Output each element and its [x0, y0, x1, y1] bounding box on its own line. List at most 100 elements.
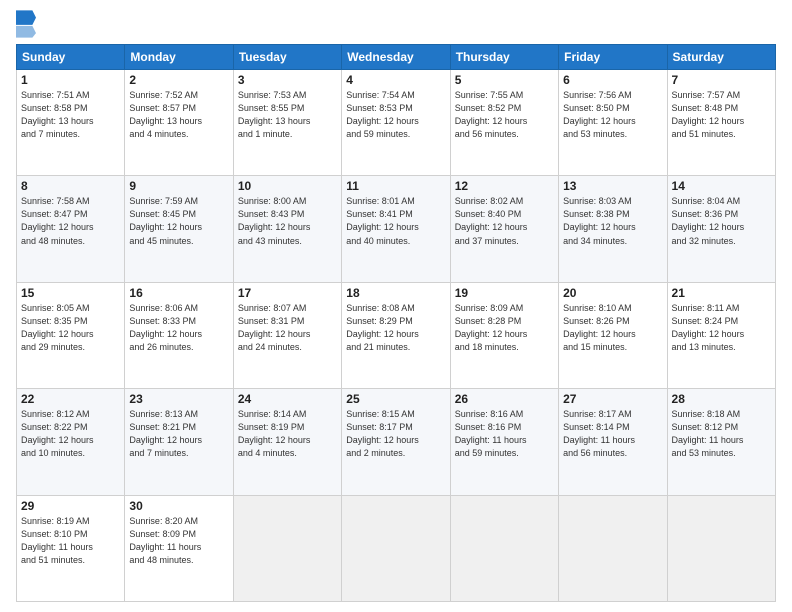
table-row	[233, 495, 341, 601]
table-row: 22 Sunrise: 8:12 AM Sunset: 8:22 PM Dayli…	[17, 389, 125, 495]
day-number: 2	[129, 73, 228, 87]
logo	[16, 10, 40, 38]
day-number: 5	[455, 73, 554, 87]
day-number: 23	[129, 392, 228, 406]
table-row: 23 Sunrise: 8:13 AM Sunset: 8:21 PM Dayli…	[125, 389, 233, 495]
day-info: Sunrise: 7:58 AM Sunset: 8:47 PM Dayligh…	[21, 195, 120, 247]
table-row: 19Sunrise: 8:09 AM Sunset: 8:28 PM Dayli…	[450, 282, 558, 388]
day-number: 25	[346, 392, 445, 406]
table-row: 27 Sunrise: 8:17 AM Sunset: 8:14 PM Dayli…	[559, 389, 667, 495]
day-info: Sunrise: 7:56 AM Sunset: 8:50 PM Dayligh…	[563, 89, 662, 141]
calendar-week-row: 15 Sunrise: 8:05 AM Sunset: 8:35 PM Dayli…	[17, 282, 776, 388]
table-row: 30 Sunrise: 8:20 AM Sunset: 8:09 PM Dayli…	[125, 495, 233, 601]
table-row: 20 Sunrise: 8:10 AM Sunset: 8:26 PM Dayli…	[559, 282, 667, 388]
table-row	[667, 495, 775, 601]
table-row: 1Sunrise: 7:51 AM Sunset: 8:58 PM Daylig…	[17, 70, 125, 176]
day-number: 27	[563, 392, 662, 406]
day-info: Sunrise: 8:07 AM Sunset: 8:31 PM Dayligh…	[238, 302, 337, 354]
calendar-week-row: 29 Sunrise: 8:19 AM Sunset: 8:10 PM Dayli…	[17, 495, 776, 601]
table-row: 25 Sunrise: 8:15 AM Sunset: 8:17 PM Dayli…	[342, 389, 450, 495]
day-info: Sunrise: 7:57 AM Sunset: 8:48 PM Dayligh…	[672, 89, 771, 141]
table-row: 7 Sunrise: 7:57 AM Sunset: 8:48 PM Daylig…	[667, 70, 775, 176]
col-wednesday: Wednesday	[342, 45, 450, 70]
day-number: 9	[129, 179, 228, 193]
day-number: 11	[346, 179, 445, 193]
table-row: 2 Sunrise: 7:52 AM Sunset: 8:57 PM Daylig…	[125, 70, 233, 176]
table-row: 8 Sunrise: 7:58 AM Sunset: 8:47 PM Daylig…	[17, 176, 125, 282]
table-row: 29 Sunrise: 8:19 AM Sunset: 8:10 PM Dayli…	[17, 495, 125, 601]
table-row	[559, 495, 667, 601]
table-row: 12 Sunrise: 8:02 AM Sunset: 8:40 PM Dayli…	[450, 176, 558, 282]
page: Sunday Monday Tuesday Wednesday Thursday…	[0, 0, 792, 612]
day-number: 4	[346, 73, 445, 87]
day-number: 19	[455, 286, 554, 300]
table-row: 9 Sunrise: 7:59 AM Sunset: 8:45 PM Daylig…	[125, 176, 233, 282]
day-info: Sunrise: 8:15 AM Sunset: 8:17 PM Dayligh…	[346, 408, 445, 460]
col-saturday: Saturday	[667, 45, 775, 70]
day-info: Sunrise: 8:06 AM Sunset: 8:33 PM Dayligh…	[129, 302, 228, 354]
table-row: 21 Sunrise: 8:11 AM Sunset: 8:24 PM Dayli…	[667, 282, 775, 388]
table-row	[342, 495, 450, 601]
day-number: 29	[21, 499, 120, 513]
day-info: Sunrise: 7:52 AM Sunset: 8:57 PM Dayligh…	[129, 89, 228, 141]
table-row: 28 Sunrise: 8:18 AM Sunset: 8:12 PM Dayli…	[667, 389, 775, 495]
table-row: 24 Sunrise: 8:14 AM Sunset: 8:19 PM Dayli…	[233, 389, 341, 495]
day-info: Sunrise: 8:12 AM Sunset: 8:22 PM Dayligh…	[21, 408, 120, 460]
day-info: Sunrise: 7:59 AM Sunset: 8:45 PM Dayligh…	[129, 195, 228, 247]
day-number: 8	[21, 179, 120, 193]
table-row: 18 Sunrise: 8:08 AM Sunset: 8:29 PM Dayli…	[342, 282, 450, 388]
day-info: Sunrise: 8:20 AM Sunset: 8:09 PM Dayligh…	[129, 515, 228, 567]
table-row: 14Sunrise: 8:04 AM Sunset: 8:36 PM Dayli…	[667, 176, 775, 282]
day-info: Sunrise: 8:05 AM Sunset: 8:35 PM Dayligh…	[21, 302, 120, 354]
day-number: 17	[238, 286, 337, 300]
col-thursday: Thursday	[450, 45, 558, 70]
day-number: 28	[672, 392, 771, 406]
day-number: 26	[455, 392, 554, 406]
col-monday: Monday	[125, 45, 233, 70]
day-number: 13	[563, 179, 662, 193]
table-row: 16 Sunrise: 8:06 AM Sunset: 8:33 PM Dayli…	[125, 282, 233, 388]
day-info: Sunrise: 8:03 AM Sunset: 8:38 PM Dayligh…	[563, 195, 662, 247]
day-number: 3	[238, 73, 337, 87]
header	[16, 10, 776, 38]
day-info: Sunrise: 8:11 AM Sunset: 8:24 PM Dayligh…	[672, 302, 771, 354]
day-number: 12	[455, 179, 554, 193]
table-row: 11 Sunrise: 8:01 AM Sunset: 8:41 PM Dayli…	[342, 176, 450, 282]
table-row: 5 Sunrise: 7:55 AM Sunset: 8:52 PM Daylig…	[450, 70, 558, 176]
table-row: 13 Sunrise: 8:03 AM Sunset: 8:38 PM Dayli…	[559, 176, 667, 282]
day-number: 1	[21, 73, 120, 87]
table-row: 10 Sunrise: 8:00 AM Sunset: 8:43 PM Dayli…	[233, 176, 341, 282]
day-info: Sunrise: 8:17 AM Sunset: 8:14 PM Dayligh…	[563, 408, 662, 460]
day-number: 24	[238, 392, 337, 406]
day-info: Sunrise: 8:18 AM Sunset: 8:12 PM Dayligh…	[672, 408, 771, 460]
day-number: 16	[129, 286, 228, 300]
day-info: Sunrise: 8:01 AM Sunset: 8:41 PM Dayligh…	[346, 195, 445, 247]
day-info: Sunrise: 8:02 AM Sunset: 8:40 PM Dayligh…	[455, 195, 554, 247]
day-info: Sunrise: 8:19 AM Sunset: 8:10 PM Dayligh…	[21, 515, 120, 567]
day-info: Sunrise: 8:08 AM Sunset: 8:29 PM Dayligh…	[346, 302, 445, 354]
calendar: Sunday Monday Tuesday Wednesday Thursday…	[16, 44, 776, 602]
day-number: 7	[672, 73, 771, 87]
day-info: Sunrise: 8:00 AM Sunset: 8:43 PM Dayligh…	[238, 195, 337, 247]
day-info: Sunrise: 8:14 AM Sunset: 8:19 PM Dayligh…	[238, 408, 337, 460]
day-number: 21	[672, 286, 771, 300]
table-row: 6Sunrise: 7:56 AM Sunset: 8:50 PM Daylig…	[559, 70, 667, 176]
table-row: 15 Sunrise: 8:05 AM Sunset: 8:35 PM Dayli…	[17, 282, 125, 388]
table-row: 26 Sunrise: 8:16 AM Sunset: 8:16 PM Dayli…	[450, 389, 558, 495]
day-number: 20	[563, 286, 662, 300]
day-info: Sunrise: 8:13 AM Sunset: 8:21 PM Dayligh…	[129, 408, 228, 460]
day-number: 18	[346, 286, 445, 300]
table-row: 17 Sunrise: 8:07 AM Sunset: 8:31 PM Dayli…	[233, 282, 341, 388]
day-number: 15	[21, 286, 120, 300]
day-number: 10	[238, 179, 337, 193]
calendar-week-row: 22 Sunrise: 8:12 AM Sunset: 8:22 PM Dayli…	[17, 389, 776, 495]
calendar-week-row: 8 Sunrise: 7:58 AM Sunset: 8:47 PM Daylig…	[17, 176, 776, 282]
table-row: 3Sunrise: 7:53 AM Sunset: 8:55 PM Daylig…	[233, 70, 341, 176]
day-number: 22	[21, 392, 120, 406]
day-info: Sunrise: 8:10 AM Sunset: 8:26 PM Dayligh…	[563, 302, 662, 354]
col-sunday: Sunday	[17, 45, 125, 70]
logo-icon	[16, 10, 36, 38]
day-info: Sunrise: 8:16 AM Sunset: 8:16 PM Dayligh…	[455, 408, 554, 460]
day-number: 30	[129, 499, 228, 513]
day-info: Sunrise: 7:55 AM Sunset: 8:52 PM Dayligh…	[455, 89, 554, 141]
